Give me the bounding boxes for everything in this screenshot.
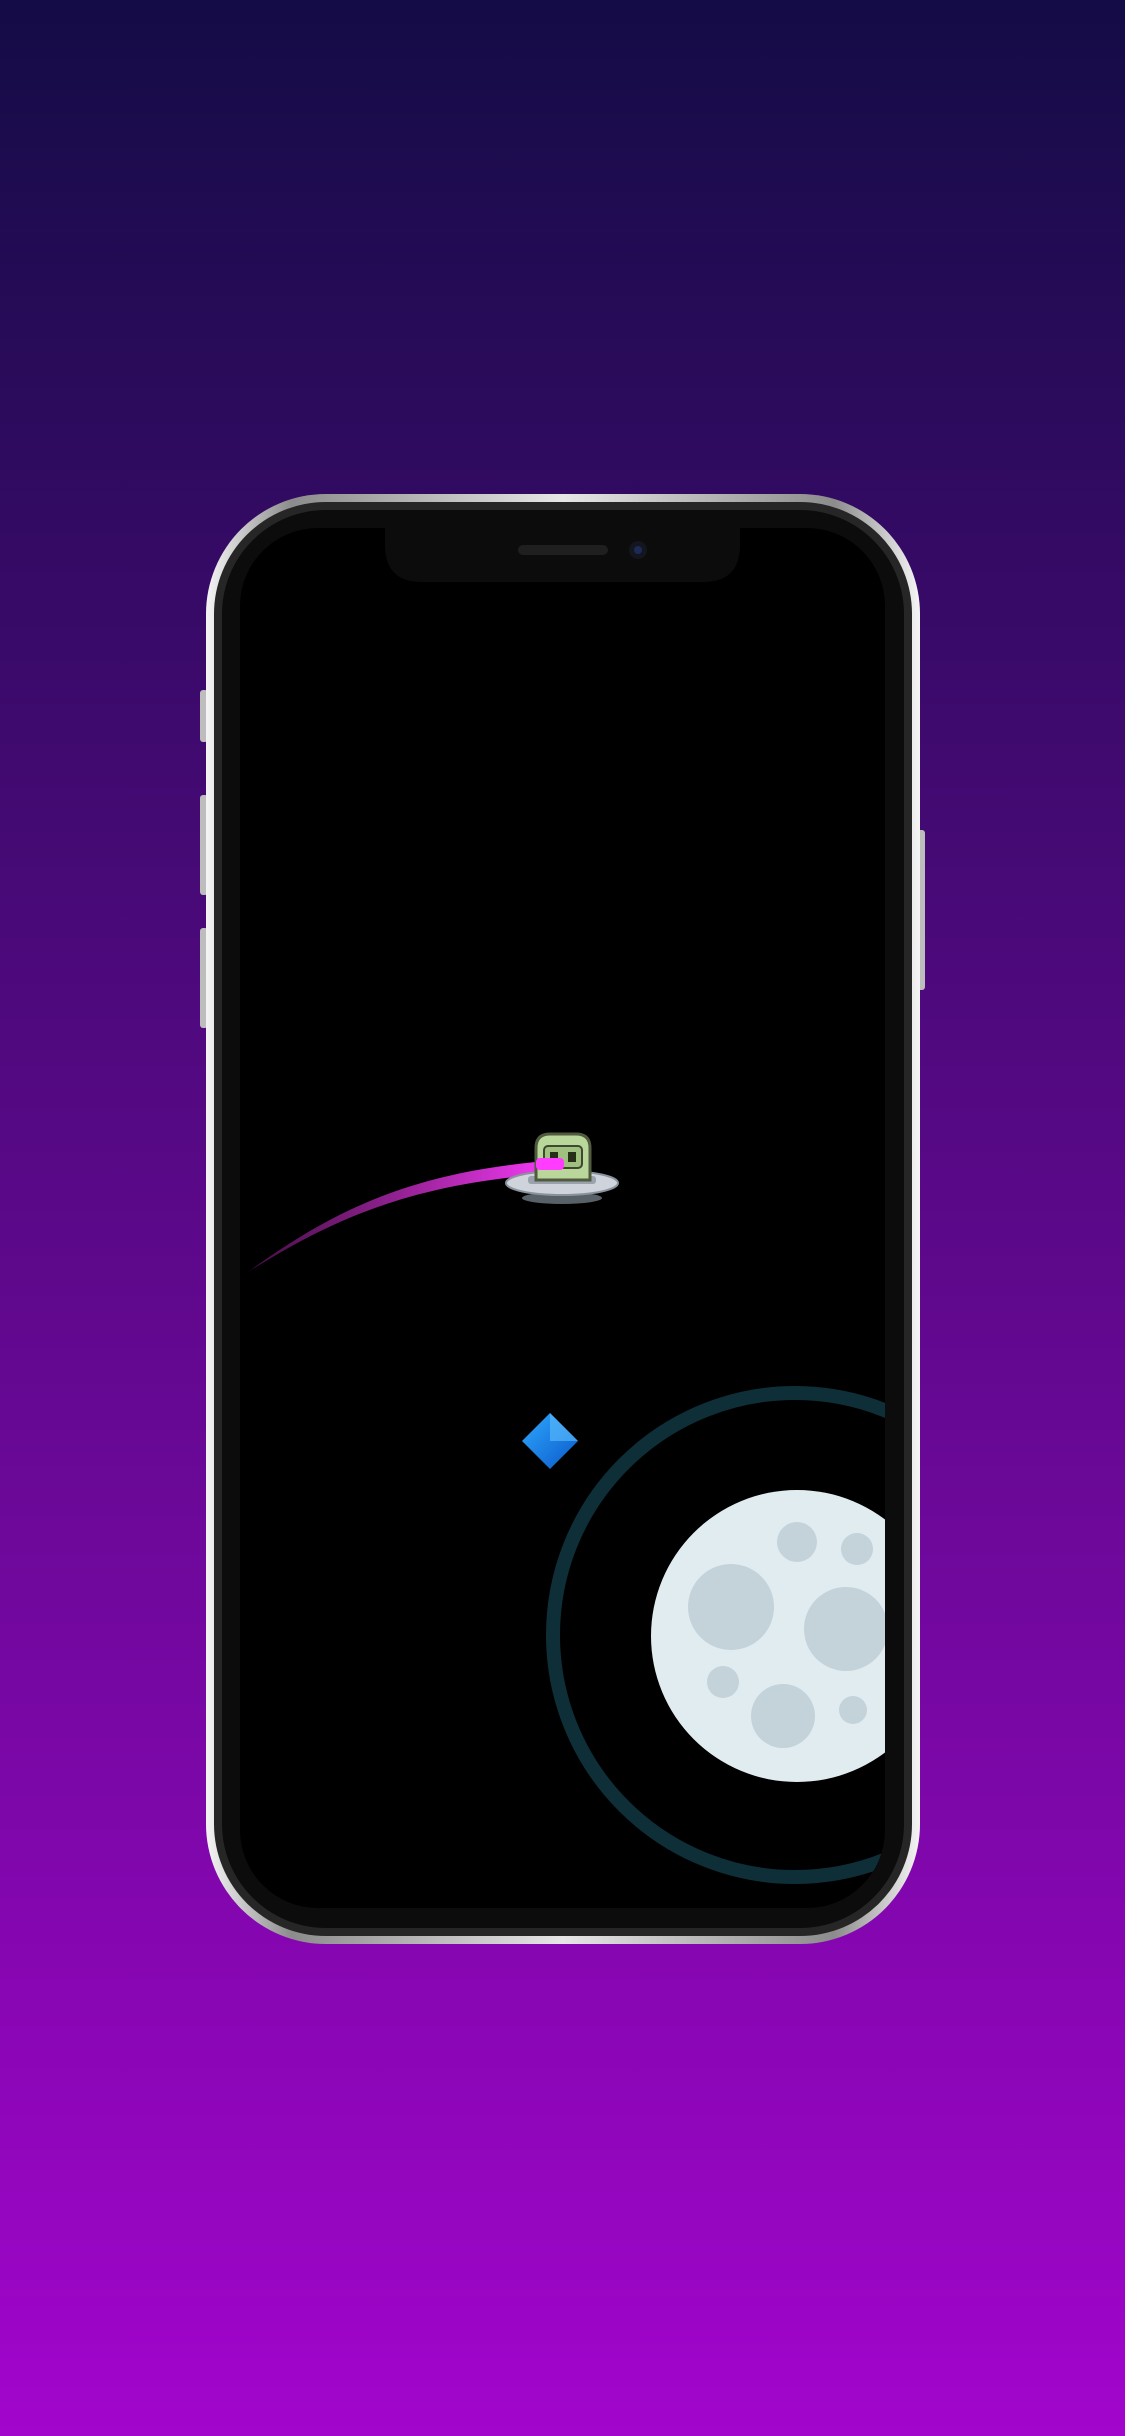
phone-notch [385, 520, 740, 582]
game-scene [200, 494, 925, 1944]
